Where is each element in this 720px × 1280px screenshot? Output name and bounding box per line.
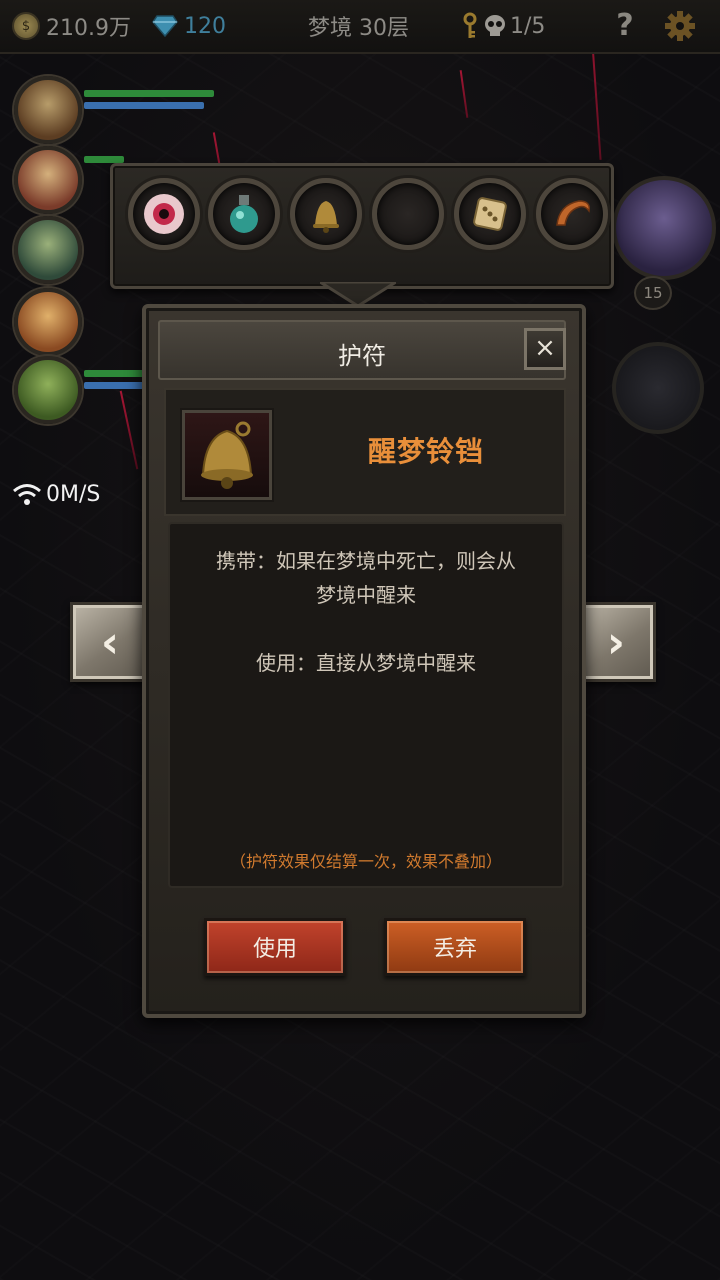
gem-counter: 120 [152, 10, 226, 42]
amulet-dialog: 护符 × 醒梦铃铛 携带：如果在梦境中死亡，则会从 梦境中醒来 使用：直接从梦境… [142, 304, 586, 1018]
item-description-panel: 携带：如果在梦境中死亡，则会从 梦境中醒来 使用：直接从梦境中醒来 （护符效果仅… [168, 522, 564, 888]
skull-icon [485, 15, 505, 36]
amulet-slot-bell[interactable] [290, 178, 362, 250]
crow-portrait[interactable] [612, 342, 704, 434]
description-carry-line1: 携带：如果在梦境中死亡，则会从 [216, 549, 516, 573]
amulet-slot-horn[interactable] [536, 178, 608, 250]
potion-icon [230, 195, 258, 233]
network-speed-value: 0M/S [46, 481, 101, 507]
mp-bar [84, 382, 148, 389]
gold-value: 210.9万 [46, 16, 131, 41]
close-button[interactable]: × [524, 328, 566, 370]
help-button[interactable]: ? [610, 8, 640, 44]
hero-portrait [14, 216, 82, 284]
amulet-slot-eyeball[interactable] [128, 178, 200, 250]
effect-note: （护符效果仅结算一次，效果不叠加） [229, 852, 502, 871]
death-count-value: 1/5 [510, 13, 546, 39]
floor-value: 梦境 30层 [308, 16, 409, 41]
diamond-icon [152, 15, 178, 37]
bell-icon [182, 410, 272, 500]
description-carry-line2: 梦境中醒来 [316, 583, 416, 607]
bell-icon [313, 201, 339, 233]
amulet-slot-dice[interactable] [454, 178, 526, 250]
item-name: 醒梦铃铛 [367, 435, 484, 468]
wifi-icon [13, 484, 41, 505]
hero-portrait [14, 146, 82, 214]
amulet-slot-empty[interactable] [372, 178, 444, 250]
top-status-bar: $ 210.9万 120 梦境 30层 1/5 ? [0, 0, 720, 54]
horn-icon [556, 200, 591, 226]
side-hero-portrait[interactable] [612, 176, 716, 280]
gem-value: 120 [184, 13, 226, 39]
hero-portrait [14, 356, 82, 424]
eyeball-icon [144, 194, 184, 234]
discard-button[interactable]: 丢弃 [384, 918, 526, 976]
dialog-title-bar: 护符 [158, 320, 566, 380]
next-amulet-button[interactable]: › [576, 602, 656, 682]
gold-counter: $ 210.9万 [12, 10, 131, 42]
hero-portrait [14, 288, 82, 356]
description-use: 使用：直接从梦境中醒来 [256, 651, 476, 675]
chevron-left-icon: ‹ [100, 616, 120, 668]
coin-icon: $ [12, 12, 40, 40]
gear-icon[interactable] [664, 10, 696, 42]
amulet-slot-potion[interactable] [208, 178, 280, 250]
key-icon [463, 12, 477, 38]
hero-card[interactable] [10, 76, 220, 144]
dice-icon [473, 197, 507, 231]
hp-bar [84, 90, 214, 97]
death-counter: 1/5 [462, 10, 545, 42]
dialog-title: 护符 [338, 342, 386, 370]
chevron-right-icon: › [606, 616, 626, 668]
item-header-panel: 醒梦铃铛 [164, 388, 566, 516]
mp-bar [84, 102, 204, 109]
bell-artwork [201, 421, 253, 489]
use-button[interactable]: 使用 [204, 918, 346, 976]
prev-amulet-button[interactable]: ‹ [70, 602, 150, 682]
network-speed: 0M/S [12, 480, 100, 508]
hero-portrait [14, 76, 82, 144]
floor-label: 梦境 30层 [308, 10, 409, 42]
hp-bar [84, 156, 124, 163]
side-hero-level-badge: 15 [634, 276, 672, 310]
